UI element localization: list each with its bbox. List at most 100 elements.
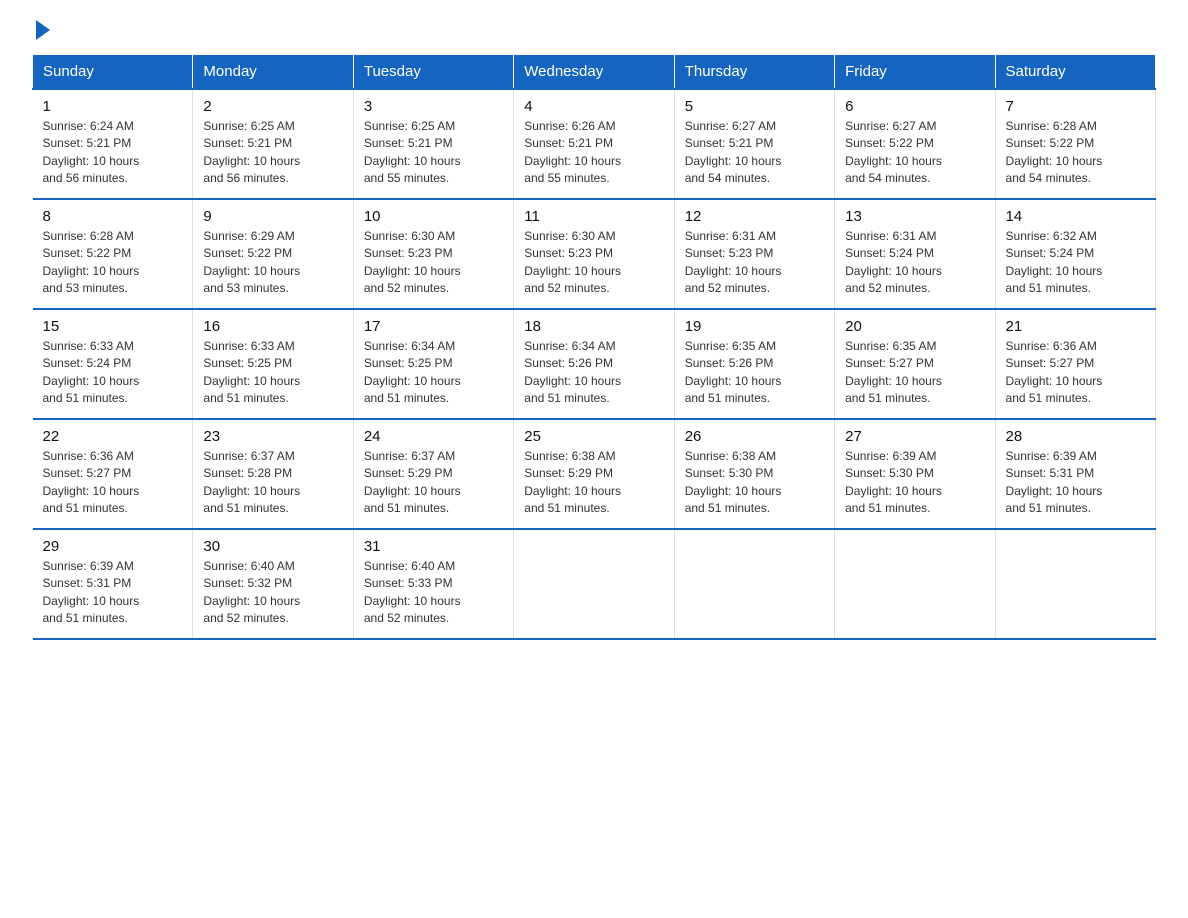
column-header-monday: Monday — [193, 55, 353, 90]
day-info: Sunrise: 6:27 AM Sunset: 5:22 PM Dayligh… — [845, 118, 984, 188]
calendar-cell: 30 Sunrise: 6:40 AM Sunset: 5:32 PM Dayl… — [193, 529, 353, 639]
day-number: 3 — [364, 98, 503, 115]
day-number: 28 — [1006, 428, 1145, 445]
calendar-cell — [835, 529, 995, 639]
day-info: Sunrise: 6:39 AM Sunset: 5:31 PM Dayligh… — [43, 558, 183, 628]
day-info: Sunrise: 6:26 AM Sunset: 5:21 PM Dayligh… — [524, 118, 663, 188]
calendar-week-row: 29 Sunrise: 6:39 AM Sunset: 5:31 PM Dayl… — [33, 529, 1156, 639]
day-number: 11 — [524, 208, 663, 225]
calendar-week-row: 22 Sunrise: 6:36 AM Sunset: 5:27 PM Dayl… — [33, 419, 1156, 529]
calendar-cell: 3 Sunrise: 6:25 AM Sunset: 5:21 PM Dayli… — [353, 89, 513, 199]
column-header-thursday: Thursday — [674, 55, 834, 90]
calendar-cell: 24 Sunrise: 6:37 AM Sunset: 5:29 PM Dayl… — [353, 419, 513, 529]
day-number: 26 — [685, 428, 824, 445]
day-number: 6 — [845, 98, 984, 115]
calendar-cell: 16 Sunrise: 6:33 AM Sunset: 5:25 PM Dayl… — [193, 309, 353, 419]
calendar-week-row: 15 Sunrise: 6:33 AM Sunset: 5:24 PM Dayl… — [33, 309, 1156, 419]
day-number: 1 — [43, 98, 183, 115]
day-number: 2 — [203, 98, 342, 115]
day-number: 22 — [43, 428, 183, 445]
day-info: Sunrise: 6:24 AM Sunset: 5:21 PM Dayligh… — [43, 118, 183, 188]
column-header-saturday: Saturday — [995, 55, 1155, 90]
calendar-cell: 1 Sunrise: 6:24 AM Sunset: 5:21 PM Dayli… — [33, 89, 193, 199]
day-info: Sunrise: 6:38 AM Sunset: 5:30 PM Dayligh… — [685, 448, 824, 518]
calendar-cell: 25 Sunrise: 6:38 AM Sunset: 5:29 PM Dayl… — [514, 419, 674, 529]
day-info: Sunrise: 6:37 AM Sunset: 5:28 PM Dayligh… — [203, 448, 342, 518]
day-info: Sunrise: 6:36 AM Sunset: 5:27 PM Dayligh… — [1006, 338, 1145, 408]
calendar-cell: 18 Sunrise: 6:34 AM Sunset: 5:26 PM Dayl… — [514, 309, 674, 419]
calendar-cell: 14 Sunrise: 6:32 AM Sunset: 5:24 PM Dayl… — [995, 199, 1155, 309]
day-number: 9 — [203, 208, 342, 225]
day-info: Sunrise: 6:38 AM Sunset: 5:29 PM Dayligh… — [524, 448, 663, 518]
day-number: 7 — [1006, 98, 1145, 115]
day-info: Sunrise: 6:28 AM Sunset: 5:22 PM Dayligh… — [1006, 118, 1145, 188]
day-info: Sunrise: 6:40 AM Sunset: 5:32 PM Dayligh… — [203, 558, 342, 628]
day-info: Sunrise: 6:25 AM Sunset: 5:21 PM Dayligh… — [203, 118, 342, 188]
day-info: Sunrise: 6:33 AM Sunset: 5:24 PM Dayligh… — [43, 338, 183, 408]
calendar-week-row: 1 Sunrise: 6:24 AM Sunset: 5:21 PM Dayli… — [33, 89, 1156, 199]
day-info: Sunrise: 6:27 AM Sunset: 5:21 PM Dayligh… — [685, 118, 824, 188]
day-info: Sunrise: 6:35 AM Sunset: 5:27 PM Dayligh… — [845, 338, 984, 408]
day-info: Sunrise: 6:34 AM Sunset: 5:26 PM Dayligh… — [524, 338, 663, 408]
calendar-cell: 20 Sunrise: 6:35 AM Sunset: 5:27 PM Dayl… — [835, 309, 995, 419]
day-number: 18 — [524, 318, 663, 335]
day-number: 4 — [524, 98, 663, 115]
day-info: Sunrise: 6:36 AM Sunset: 5:27 PM Dayligh… — [43, 448, 183, 518]
calendar-cell: 17 Sunrise: 6:34 AM Sunset: 5:25 PM Dayl… — [353, 309, 513, 419]
day-number: 12 — [685, 208, 824, 225]
calendar-cell: 4 Sunrise: 6:26 AM Sunset: 5:21 PM Dayli… — [514, 89, 674, 199]
logo — [32, 24, 50, 36]
day-info: Sunrise: 6:31 AM Sunset: 5:23 PM Dayligh… — [685, 228, 824, 298]
day-info: Sunrise: 6:40 AM Sunset: 5:33 PM Dayligh… — [364, 558, 503, 628]
calendar-cell — [995, 529, 1155, 639]
day-number: 8 — [43, 208, 183, 225]
page-header — [32, 24, 1156, 36]
column-header-wednesday: Wednesday — [514, 55, 674, 90]
calendar-cell — [674, 529, 834, 639]
logo-arrow-icon — [36, 20, 50, 40]
calendar-cell: 31 Sunrise: 6:40 AM Sunset: 5:33 PM Dayl… — [353, 529, 513, 639]
calendar-cell: 2 Sunrise: 6:25 AM Sunset: 5:21 PM Dayli… — [193, 89, 353, 199]
calendar-cell: 11 Sunrise: 6:30 AM Sunset: 5:23 PM Dayl… — [514, 199, 674, 309]
calendar-week-row: 8 Sunrise: 6:28 AM Sunset: 5:22 PM Dayli… — [33, 199, 1156, 309]
calendar-cell: 9 Sunrise: 6:29 AM Sunset: 5:22 PM Dayli… — [193, 199, 353, 309]
day-info: Sunrise: 6:28 AM Sunset: 5:22 PM Dayligh… — [43, 228, 183, 298]
day-info: Sunrise: 6:32 AM Sunset: 5:24 PM Dayligh… — [1006, 228, 1145, 298]
day-number: 23 — [203, 428, 342, 445]
calendar-cell: 15 Sunrise: 6:33 AM Sunset: 5:24 PM Dayl… — [33, 309, 193, 419]
day-number: 25 — [524, 428, 663, 445]
calendar-cell: 10 Sunrise: 6:30 AM Sunset: 5:23 PM Dayl… — [353, 199, 513, 309]
day-number: 10 — [364, 208, 503, 225]
calendar-cell: 28 Sunrise: 6:39 AM Sunset: 5:31 PM Dayl… — [995, 419, 1155, 529]
day-number: 14 — [1006, 208, 1145, 225]
calendar-cell: 19 Sunrise: 6:35 AM Sunset: 5:26 PM Dayl… — [674, 309, 834, 419]
day-number: 21 — [1006, 318, 1145, 335]
column-header-friday: Friday — [835, 55, 995, 90]
day-number: 13 — [845, 208, 984, 225]
calendar-cell: 26 Sunrise: 6:38 AM Sunset: 5:30 PM Dayl… — [674, 419, 834, 529]
column-header-tuesday: Tuesday — [353, 55, 513, 90]
calendar-header-row: SundayMondayTuesdayWednesdayThursdayFrid… — [33, 55, 1156, 90]
day-number: 27 — [845, 428, 984, 445]
day-info: Sunrise: 6:34 AM Sunset: 5:25 PM Dayligh… — [364, 338, 503, 408]
calendar-cell: 27 Sunrise: 6:39 AM Sunset: 5:30 PM Dayl… — [835, 419, 995, 529]
calendar-cell: 12 Sunrise: 6:31 AM Sunset: 5:23 PM Dayl… — [674, 199, 834, 309]
day-info: Sunrise: 6:35 AM Sunset: 5:26 PM Dayligh… — [685, 338, 824, 408]
day-info: Sunrise: 6:30 AM Sunset: 5:23 PM Dayligh… — [364, 228, 503, 298]
day-info: Sunrise: 6:39 AM Sunset: 5:31 PM Dayligh… — [1006, 448, 1145, 518]
column-header-sunday: Sunday — [33, 55, 193, 90]
calendar-cell: 7 Sunrise: 6:28 AM Sunset: 5:22 PM Dayli… — [995, 89, 1155, 199]
calendar-cell: 5 Sunrise: 6:27 AM Sunset: 5:21 PM Dayli… — [674, 89, 834, 199]
calendar-cell: 29 Sunrise: 6:39 AM Sunset: 5:31 PM Dayl… — [33, 529, 193, 639]
day-info: Sunrise: 6:30 AM Sunset: 5:23 PM Dayligh… — [524, 228, 663, 298]
calendar-cell — [514, 529, 674, 639]
calendar-table: SundayMondayTuesdayWednesdayThursdayFrid… — [32, 54, 1156, 640]
calendar-cell: 13 Sunrise: 6:31 AM Sunset: 5:24 PM Dayl… — [835, 199, 995, 309]
day-info: Sunrise: 6:33 AM Sunset: 5:25 PM Dayligh… — [203, 338, 342, 408]
day-number: 30 — [203, 538, 342, 555]
day-info: Sunrise: 6:29 AM Sunset: 5:22 PM Dayligh… — [203, 228, 342, 298]
calendar-cell: 22 Sunrise: 6:36 AM Sunset: 5:27 PM Dayl… — [33, 419, 193, 529]
day-number: 24 — [364, 428, 503, 445]
calendar-cell: 6 Sunrise: 6:27 AM Sunset: 5:22 PM Dayli… — [835, 89, 995, 199]
day-number: 31 — [364, 538, 503, 555]
